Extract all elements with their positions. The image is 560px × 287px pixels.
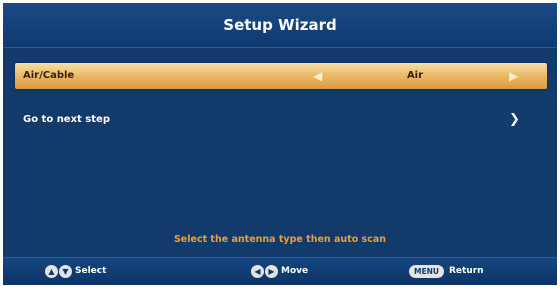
- left-arrow-icon[interactable]: ◀: [313, 63, 322, 89]
- down-button-icon: ▼: [59, 265, 72, 278]
- select-label: Select: [75, 266, 107, 276]
- menu-item-label: Air/Cable: [23, 70, 75, 81]
- right-arrow-icon[interactable]: ▶: [509, 63, 518, 89]
- left-button-icon: ◀: [251, 265, 264, 278]
- menu-item-air-cable[interactable]: Air/Cable ◀ Air ▶: [15, 63, 547, 89]
- air-cable-value: Air: [406, 70, 424, 81]
- menu-button-icon: MENU: [409, 265, 444, 278]
- footer-move: ◀ ▶ Move: [251, 258, 308, 285]
- menu-item-next-step[interactable]: Go to next step ❯: [15, 107, 547, 133]
- return-label: Return: [448, 266, 484, 276]
- title-bar: Setup Wizard: [3, 3, 557, 48]
- chevron-right-icon: ❯: [509, 112, 520, 127]
- setup-wizard-screen: Setup Wizard Air/Cable ◀ Air ▶ Go to nex…: [3, 3, 557, 285]
- footer-bar: ▲ ▼ Select ◀ ▶ Move MENU Return: [3, 257, 557, 285]
- page-title: Setup Wizard: [223, 16, 337, 34]
- right-button-icon: ▶: [265, 265, 278, 278]
- menu-item-label: Go to next step: [23, 114, 110, 125]
- move-label: Move: [281, 266, 309, 276]
- hint-text: Select the antenna type then auto scan: [173, 234, 387, 245]
- up-button-icon: ▲: [45, 265, 58, 278]
- footer-return: MENU Return: [409, 258, 484, 285]
- footer-select: ▲ ▼ Select: [45, 258, 106, 285]
